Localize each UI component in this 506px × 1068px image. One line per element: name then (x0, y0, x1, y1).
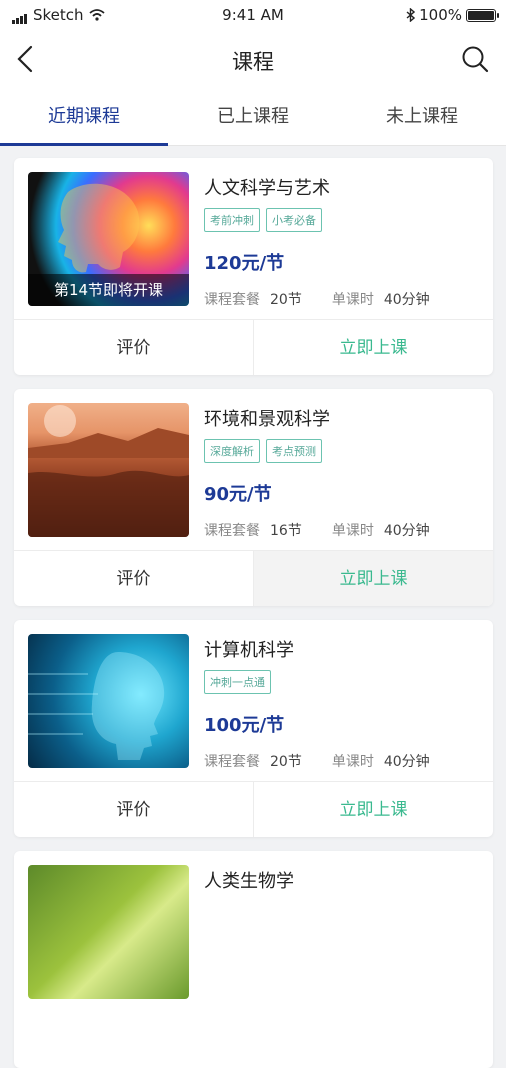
page-title: 课程 (232, 50, 274, 74)
start-class-button[interactable]: 立即上课 (254, 551, 493, 606)
course-thumbnail (28, 403, 189, 537)
duration-value: 40分钟 (383, 292, 430, 308)
course-tag: 冲刺一点通 (204, 670, 271, 694)
tab-bar: 近期课程 已上课程 未上课程 (0, 92, 506, 146)
course-price: 100元/节 (204, 715, 285, 736)
course-title: 计算机科学 (204, 640, 294, 661)
duration-label: 单课时 (331, 292, 374, 308)
review-button[interactable]: 评价 (14, 320, 254, 375)
search-icon[interactable] (460, 44, 490, 74)
nav-bar: 课程 (0, 30, 506, 92)
package-label: 课程套餐 (204, 292, 260, 308)
tab-recent-courses[interactable]: 近期课程 (0, 92, 168, 146)
package-value: 16节 (270, 523, 302, 539)
status-bar: Sketch 9:41 AM 100% (0, 0, 506, 30)
duration-label: 单课时 (331, 523, 374, 539)
course-tag: 深度解析 (204, 439, 260, 463)
course-thumbnail (28, 634, 189, 768)
thumbnail-caption: 第14节即将开课 (28, 274, 189, 306)
review-button[interactable]: 评价 (14, 782, 254, 837)
course-card[interactable]: 环境和景观科学 深度解析 考点预测 90元/节 课程套餐 16节 单课时 40分… (14, 389, 493, 606)
course-meta: 课程套餐 16节 单课时 40分钟 (204, 520, 450, 540)
course-tags: 深度解析 考点预测 (204, 439, 322, 463)
course-actions: 评价 立即上课 (14, 319, 493, 375)
package-label: 课程套餐 (204, 754, 260, 770)
tab-attended-courses[interactable]: 已上课程 (169, 92, 337, 146)
package-label: 课程套餐 (204, 523, 260, 539)
digital-head-image (28, 652, 165, 760)
duration-value: 40分钟 (383, 754, 430, 770)
start-class-button[interactable]: 立即上课 (254, 320, 493, 375)
course-card[interactable]: 计算机科学 冲刺一点通 100元/节 课程套餐 20节 单课时 40分钟 评价 … (14, 620, 493, 837)
course-title: 环境和景观科学 (204, 409, 330, 430)
course-tag: 考点预测 (266, 439, 322, 463)
course-thumbnail: 第14节即将开课 (28, 172, 189, 306)
course-card[interactable]: 人类生物学 (14, 851, 493, 1068)
package-value: 20节 (270, 292, 302, 308)
tab-upcoming-courses[interactable]: 未上课程 (338, 92, 506, 146)
course-tag: 小考必备 (266, 208, 322, 232)
start-class-button[interactable]: 立即上课 (254, 782, 493, 837)
battery-percent: 100% (419, 6, 462, 24)
course-tags: 考前冲刺 小考必备 (204, 208, 322, 232)
course-actions: 评价 立即上课 (14, 550, 493, 606)
course-thumbnail (28, 865, 189, 999)
desert-landscape-image (28, 405, 189, 537)
review-button[interactable]: 评价 (14, 551, 254, 606)
course-meta: 课程套餐 20节 单课时 40分钟 (204, 751, 450, 771)
course-title: 人文科学与艺术 (204, 178, 330, 199)
status-right: 100% (406, 6, 499, 24)
course-card[interactable]: 第14节即将开课 人文科学与艺术 考前冲刺 小考必备 120元/节 课程套餐 2… (14, 158, 493, 375)
duration-label: 单课时 (331, 754, 374, 770)
bluetooth-icon (406, 8, 416, 22)
course-tag: 考前冲刺 (204, 208, 260, 232)
course-price: 90元/节 (204, 484, 272, 505)
package-value: 20节 (270, 754, 302, 770)
course-title: 人类生物学 (204, 871, 294, 892)
course-actions: 评价 立即上课 (14, 781, 493, 837)
course-price: 120元/节 (204, 253, 285, 274)
duration-value: 40分钟 (383, 523, 430, 539)
course-meta: 课程套餐 20节 单课时 40分钟 (204, 289, 450, 309)
battery-icon (466, 8, 499, 22)
course-tags: 冲刺一点通 (204, 670, 271, 694)
